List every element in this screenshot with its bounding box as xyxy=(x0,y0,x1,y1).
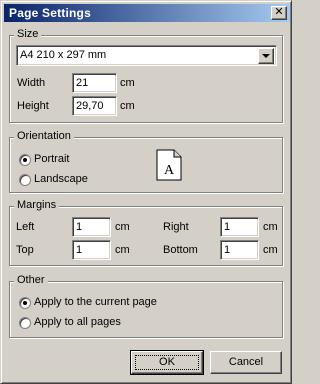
apply-current-page-radio[interactable] xyxy=(19,297,31,309)
cancel-button-label: Cancel xyxy=(228,356,264,368)
title-bar[interactable]: Page Settings ✕ xyxy=(4,4,290,22)
apply-all-pages-radio[interactable] xyxy=(19,317,31,329)
right-margin-unit: cm xyxy=(263,221,278,233)
bottom-margin-value: 1 xyxy=(224,244,231,256)
top-margin-value: 1 xyxy=(76,244,83,256)
close-icon: ✕ xyxy=(274,6,284,18)
left-margin-value: 1 xyxy=(76,221,83,233)
size-group: Size A4 210 x 297 mm Width 21 cm Height … xyxy=(9,28,283,123)
height-unit: cm xyxy=(120,100,135,112)
bottom-margin-unit: cm xyxy=(263,244,278,256)
page-preview-icon: A xyxy=(156,149,182,181)
right-margin-label: Right xyxy=(163,221,189,233)
top-margin-field[interactable]: 1 xyxy=(72,240,111,260)
ok-button[interactable]: OK xyxy=(130,350,204,375)
apply-all-pages-label[interactable]: Apply to all pages xyxy=(34,316,121,328)
right-margin-field[interactable]: 1 xyxy=(220,217,259,237)
close-button[interactable]: ✕ xyxy=(271,6,287,20)
paper-size-dropdown[interactable]: A4 210 x 297 mm xyxy=(16,45,277,66)
portrait-radio[interactable] xyxy=(19,154,31,166)
focus-rect xyxy=(135,355,199,370)
left-margin-unit: cm xyxy=(115,221,130,233)
chevron-down-icon[interactable] xyxy=(258,48,274,64)
apply-current-page-label[interactable]: Apply to the current page xyxy=(34,296,157,308)
left-margin-field[interactable]: 1 xyxy=(72,217,111,237)
page-settings-dialog: Page Settings ✕ Size A4 210 x 297 mm Wid… xyxy=(0,0,292,384)
width-value: 21 xyxy=(76,77,89,89)
dialog-title: Page Settings xyxy=(9,6,91,20)
height-value: 29,70 xyxy=(76,100,104,112)
other-legend: Other xyxy=(14,274,48,286)
height-field[interactable]: 29,70 xyxy=(72,96,117,116)
bottom-margin-label: Bottom xyxy=(163,244,198,256)
landscape-radio[interactable] xyxy=(19,174,31,186)
margins-legend: Margins xyxy=(14,199,60,211)
width-field[interactable]: 21 xyxy=(72,73,117,93)
portrait-label[interactable]: Portrait xyxy=(34,153,69,165)
left-margin-label: Left xyxy=(16,221,35,233)
other-group: Other Apply to the current page Apply to… xyxy=(9,274,283,338)
top-margin-label: Top xyxy=(16,244,34,256)
bottom-margin-field[interactable]: 1 xyxy=(220,240,259,260)
paper-size-value: A4 210 x 297 mm xyxy=(20,49,107,61)
height-label: Height xyxy=(17,100,49,112)
landscape-label[interactable]: Landscape xyxy=(34,173,88,185)
width-unit: cm xyxy=(120,77,135,89)
width-label: Width xyxy=(17,77,46,89)
orientation-group: Orientation Portrait Landscape xyxy=(9,130,283,193)
top-margin-unit: cm xyxy=(115,244,130,256)
right-margin-value: 1 xyxy=(224,221,231,233)
page-preview-letter: A xyxy=(164,163,175,178)
orientation-legend: Orientation xyxy=(14,130,74,142)
size-legend: Size xyxy=(14,28,42,40)
cancel-button[interactable]: Cancel xyxy=(210,351,282,374)
margins-group: Margins Left 1 cm Right 1 cm Top 1 cm Bo… xyxy=(9,199,283,266)
